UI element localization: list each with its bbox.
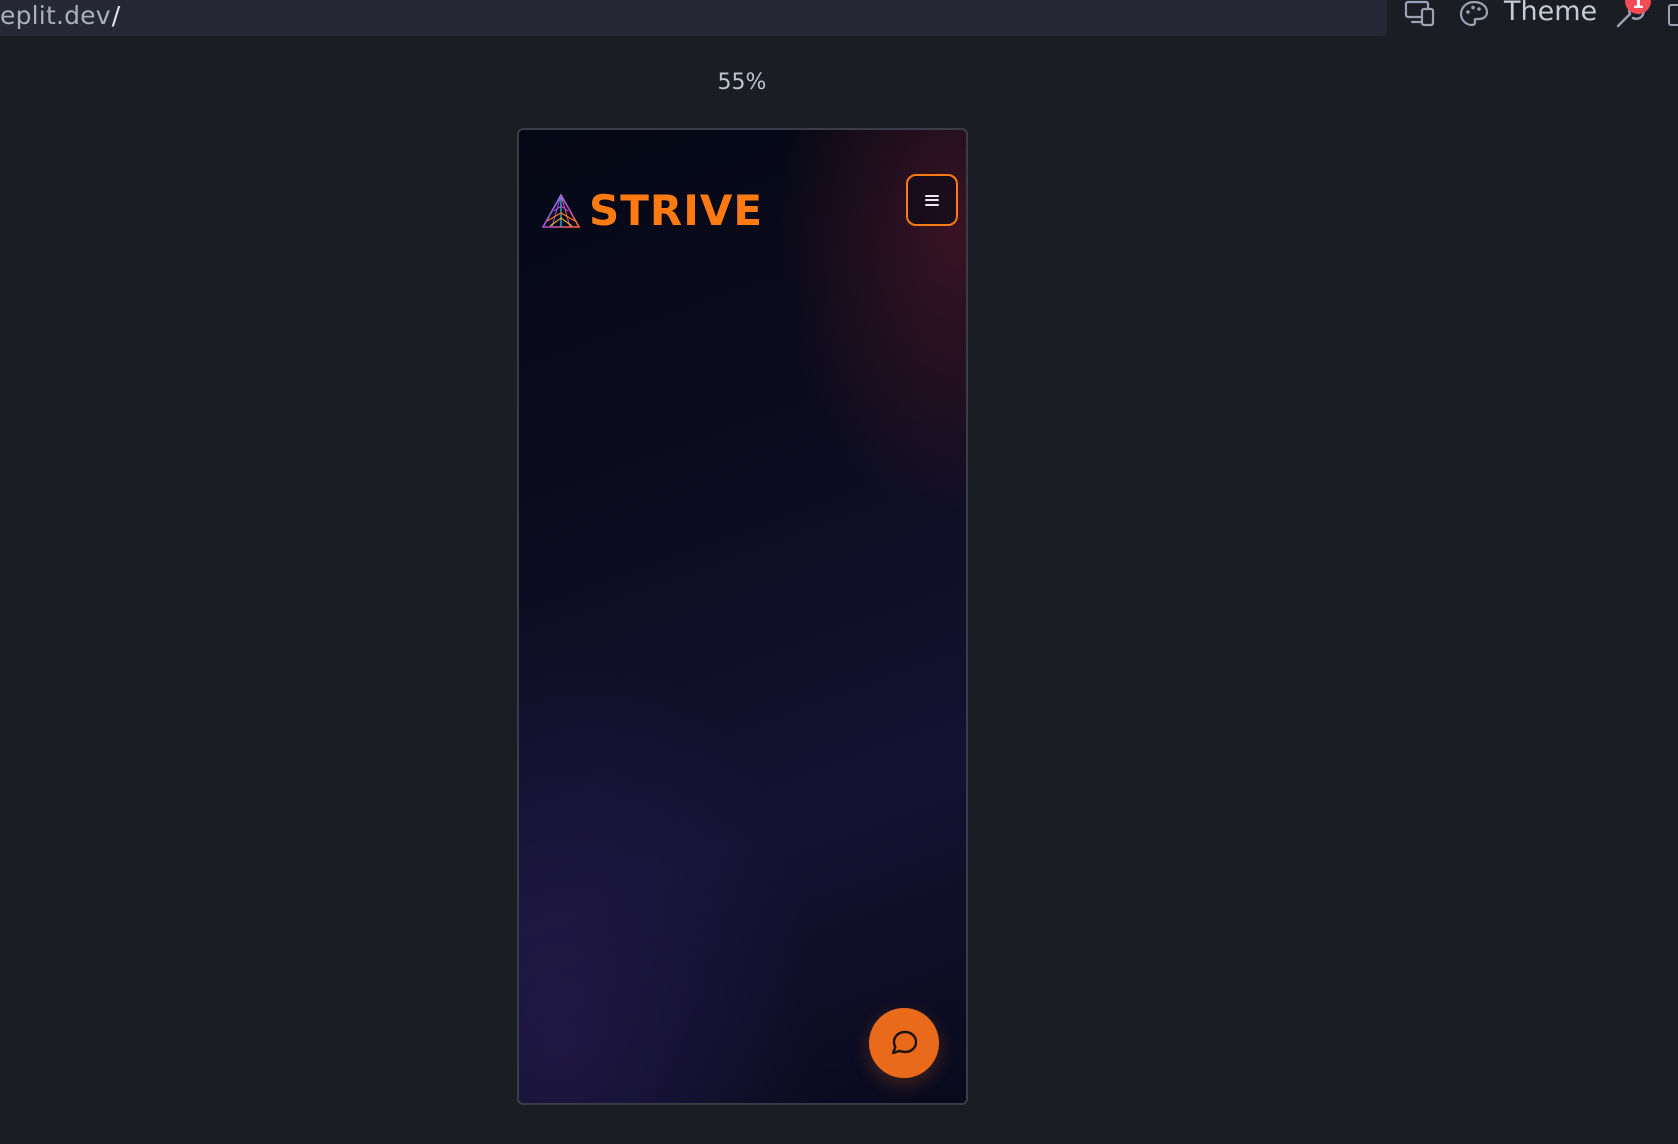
site-logo[interactable]: STRIVE	[541, 190, 763, 232]
theme-button-label[interactable]: Theme	[1504, 0, 1597, 27]
hamburger-menu-icon	[925, 194, 939, 206]
chat-button[interactable]	[869, 1008, 939, 1078]
logo-pyramid-icon	[541, 193, 581, 228]
mobile-preview-frame: STRIVE	[517, 128, 968, 1105]
zoom-level: 55%	[717, 70, 767, 95]
url-tail: /	[111, 0, 121, 30]
hamburger-menu-button[interactable]	[906, 174, 958, 226]
url-text: eplit.dev	[0, 0, 111, 30]
chat-bubble-icon	[891, 1030, 918, 1055]
logo-text: STRIVE	[589, 186, 764, 235]
palette-icon[interactable]	[1458, 0, 1490, 28]
devices-icon[interactable]	[1404, 0, 1436, 28]
url-bar[interactable]: eplit.dev /	[0, 0, 1387, 36]
workspace-toolbar: eplit.dev / Theme 1	[0, 0, 1678, 38]
panel-icon[interactable]	[1668, 4, 1678, 26]
